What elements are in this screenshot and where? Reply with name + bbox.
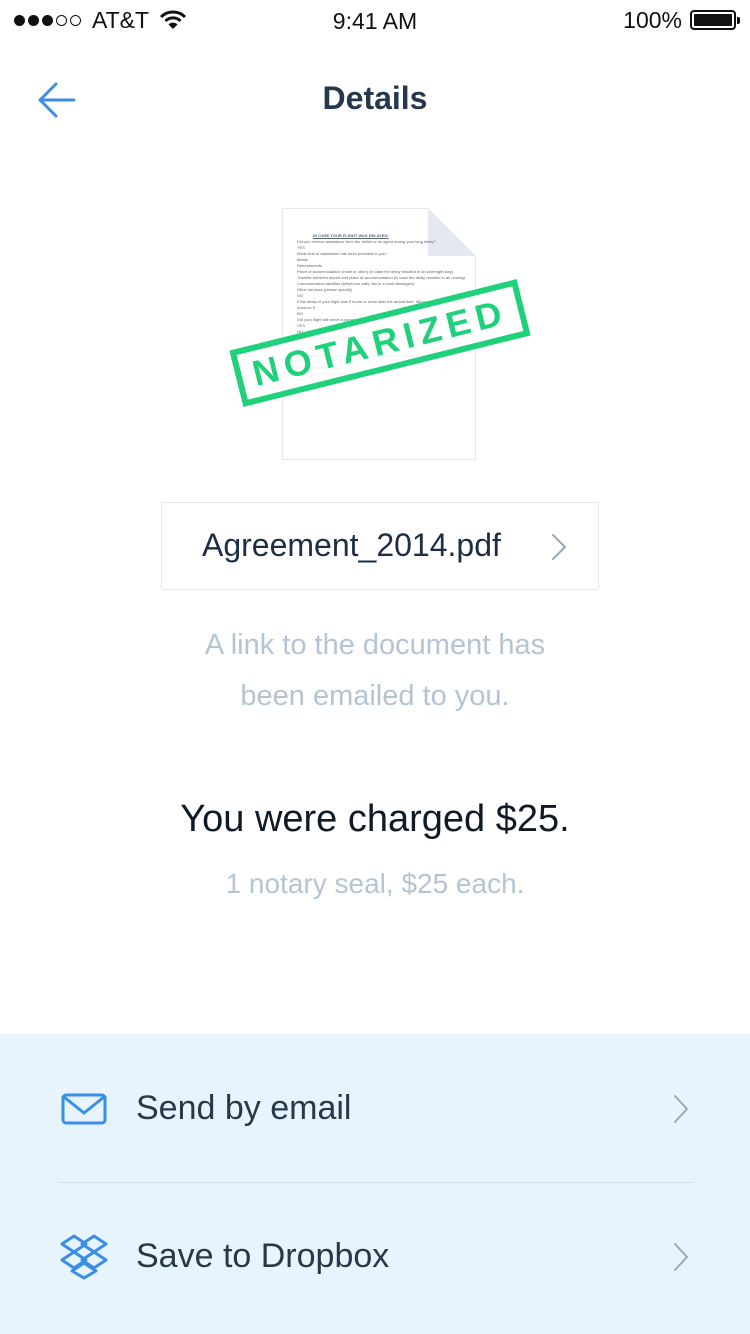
file-button[interactable]: Agreement_2014.pdf xyxy=(161,502,599,590)
chevron-right-icon xyxy=(674,1243,688,1271)
charge-detail: 1 notary seal, $25 each. xyxy=(225,868,525,899)
save-to-dropbox-button[interactable]: Save to Dropbox xyxy=(58,1182,694,1330)
page-title: Details xyxy=(322,80,428,116)
email-notice-line-2: been emailed to you. xyxy=(240,680,510,712)
chevron-right-icon xyxy=(674,1095,688,1123)
charge-title: You were charged $25. xyxy=(180,798,570,840)
send-by-email-button[interactable]: Send by email xyxy=(58,1034,694,1183)
email-notice-line-1: A link to the document has xyxy=(204,629,546,661)
dropbox-icon xyxy=(60,1234,108,1280)
send-by-email-label: Send by email xyxy=(136,1089,352,1127)
status-right: 100% xyxy=(623,6,740,34)
status-bar: AT&T 9:41 AM 100% xyxy=(0,0,750,40)
document-preview: IN CASE YOUR FLIGHT WAS DELAYED: Did you … xyxy=(226,206,532,466)
save-to-dropbox-label: Save to Dropbox xyxy=(136,1237,390,1275)
email-icon xyxy=(61,1093,107,1125)
battery-percent: 100% xyxy=(623,6,682,33)
actions-panel: Send by email Save to Dropbox xyxy=(0,1034,750,1334)
chevron-right-icon xyxy=(552,534,566,560)
file-name: Agreement_2014.pdf xyxy=(202,527,501,563)
nav-header: Details xyxy=(0,60,750,140)
email-notice: A link to the document has been emailed … xyxy=(0,620,750,722)
battery-icon xyxy=(690,10,740,30)
